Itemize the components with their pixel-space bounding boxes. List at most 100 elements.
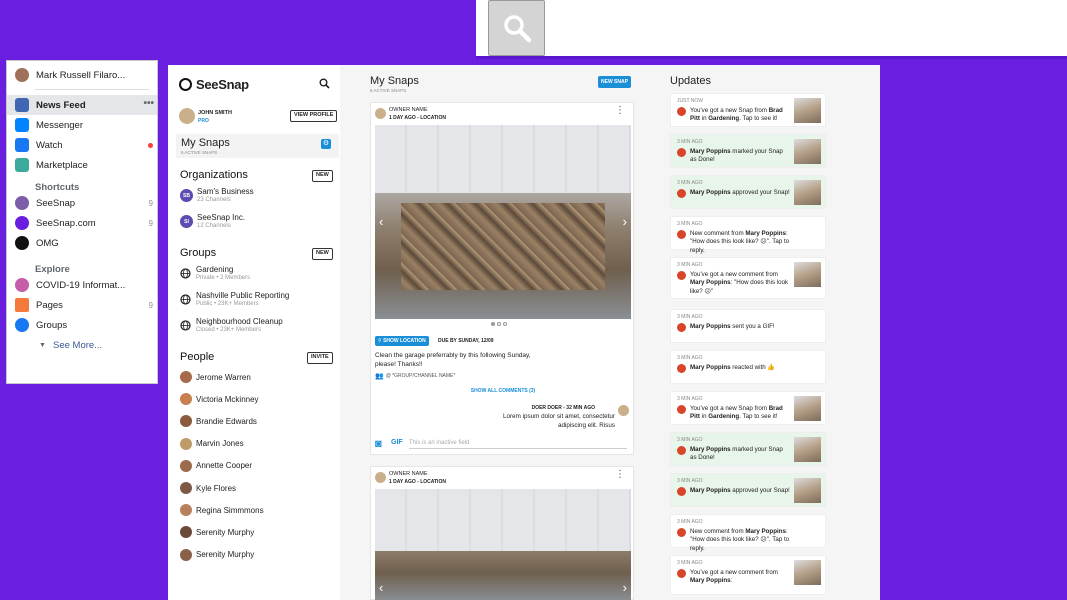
sidebar-item-watch[interactable]: Watch bbox=[7, 135, 157, 155]
organizations-heading: Organizations bbox=[180, 169, 248, 181]
new-organization-button[interactable]: NEW bbox=[312, 170, 333, 182]
group-item[interactable]: Gardening Private • 2 Members bbox=[180, 265, 250, 281]
update-card[interactable]: 3 MIN AGO Mary Poppins sent you a GIF! bbox=[670, 309, 826, 343]
chevron-right-icon[interactable]: › bbox=[623, 580, 627, 595]
new-snap-button[interactable]: NEW SNAP bbox=[598, 76, 631, 88]
update-card[interactable]: 3 MIN AGO Mary Poppins marked your Snap a… bbox=[670, 432, 826, 466]
gif-button[interactable]: GIF bbox=[391, 439, 403, 446]
explore-count: 9 bbox=[148, 300, 153, 310]
organization-item[interactable]: SB Sam's Business 23 Channels bbox=[180, 187, 254, 203]
person-name: Regina Simmmons bbox=[196, 505, 264, 515]
profile-tier: PRO bbox=[198, 118, 209, 124]
updates-title: Updates bbox=[670, 75, 711, 87]
snap-description: Clean the garage preferrably by this fol… bbox=[375, 352, 531, 368]
sidebar-item-news-feed[interactable]: News Feed ••• bbox=[7, 95, 157, 115]
update-card[interactable]: 3 MIN AGO Mary Poppins marked your Snap a… bbox=[670, 134, 826, 168]
settings-icon[interactable]: ⚙ bbox=[321, 139, 331, 149]
comment-input[interactable]: This is an inactive field bbox=[409, 437, 627, 449]
seesnap-icon bbox=[677, 148, 686, 157]
person-item[interactable]: Victoria Mckinney bbox=[180, 393, 259, 406]
group-item[interactable]: Neighbourhood Cleanup Closed • 23K+ Membe… bbox=[180, 317, 283, 333]
person-item[interactable]: Marvin Jones bbox=[180, 437, 244, 450]
facebook-sidebar: Mark Russell Filaro... News Feed ••• Messe… bbox=[6, 60, 158, 384]
organization-meta: 23 Channels bbox=[197, 197, 231, 203]
person-item[interactable]: Annette Cooper bbox=[180, 459, 252, 472]
search-icon[interactable] bbox=[319, 78, 330, 89]
snap-photo[interactable]: ‹ › bbox=[375, 489, 631, 600]
update-card[interactable]: 3 MIN AGO You've got a new comment from M… bbox=[670, 257, 826, 299]
seesnap-icon bbox=[15, 196, 29, 210]
update-card[interactable]: 3 MIN AGO New comment from Mary Poppins: … bbox=[670, 514, 826, 552]
person-item[interactable]: Regina Simmmons bbox=[180, 504, 264, 517]
organization-name: Sam's Business bbox=[197, 187, 254, 196]
organization-avatar: SB bbox=[180, 189, 193, 202]
update-card[interactable]: 3 MIN AGO New comment from Mary Poppins: … bbox=[670, 216, 826, 254]
shortcut-item[interactable]: OMG bbox=[7, 233, 157, 253]
person-name: Brandie Edwards bbox=[196, 416, 257, 426]
update-card[interactable]: 3 MIN AGO Mary Poppins approved your Snap… bbox=[670, 473, 826, 507]
groups-icon bbox=[15, 318, 29, 332]
view-profile-button[interactable]: VIEW PROFILE bbox=[290, 110, 338, 122]
shortcut-item[interactable]: SeeSnap.com 9 bbox=[7, 213, 157, 233]
update-text: You've got a new Snap from Brad Pitt in … bbox=[690, 107, 783, 123]
explore-item[interactable]: COVID-19 Informat... bbox=[7, 275, 157, 295]
see-more-label: See More... bbox=[53, 339, 103, 351]
person-item[interactable]: Kyle Flores bbox=[180, 482, 236, 494]
feed-subtitle: 6 ACTIVE SNAPS bbox=[370, 88, 407, 93]
group-tag[interactable]: 👥 @ *GROUP/CHANNEL NAME* bbox=[375, 372, 455, 380]
watch-icon bbox=[15, 138, 29, 152]
seesnap-logo[interactable]: SeeSnap bbox=[179, 77, 249, 92]
snap-photo[interactable]: ‹ › bbox=[375, 125, 631, 319]
feed-title: My Snaps bbox=[370, 75, 419, 87]
update-card[interactable]: 3 MIN AGO You've got a new Snap from Brad… bbox=[670, 391, 826, 425]
commenter-avatar bbox=[618, 405, 629, 416]
app-sidebar: SeeSnap JOHN SMITH PRO VIEW PROFILE My S… bbox=[168, 65, 340, 600]
chevron-left-icon[interactable]: ‹ bbox=[379, 580, 383, 595]
group-name: Neighbourhood Cleanup bbox=[196, 317, 283, 326]
sidebar-item-marketplace[interactable]: Marketplace bbox=[7, 155, 157, 175]
chevron-left-icon[interactable]: ‹ bbox=[379, 214, 383, 229]
update-card[interactable]: JUST NOW You've got a new Snap from Brad … bbox=[670, 93, 826, 127]
invite-button[interactable]: INVITE bbox=[307, 352, 333, 364]
see-more-link[interactable]: ▼ See More... bbox=[7, 335, 157, 355]
group-item[interactable]: Nashville Public Reporting Public • 23K+ … bbox=[180, 291, 289, 307]
snap-card: OWNER NAME 1 DAY AGO - LOCATION ⋮ ‹ › bbox=[370, 466, 634, 600]
explore-item[interactable]: Groups bbox=[7, 315, 157, 335]
show-location-label: SHOW LOCATION bbox=[383, 338, 426, 344]
show-comments-link[interactable]: SHOW ALL COMMENTS (3) bbox=[371, 388, 635, 394]
show-location-button[interactable]: ⚲ SHOW LOCATION bbox=[375, 336, 429, 346]
person-name: Victoria Mckinney bbox=[196, 394, 259, 404]
carousel-dots[interactable] bbox=[491, 322, 507, 326]
sidebar-item-label: Marketplace bbox=[36, 159, 88, 171]
person-item[interactable]: Serenity Murphy bbox=[180, 526, 254, 539]
my-snaps-nav[interactable]: My Snaps 6 ACTIVE SNAPS ⚙ bbox=[176, 134, 339, 158]
update-card[interactable]: 3 MIN AGO You've got a new comment from M… bbox=[670, 555, 826, 595]
more-options-icon[interactable]: ••• bbox=[143, 98, 154, 109]
avatar bbox=[180, 504, 192, 517]
update-card[interactable]: 3 MIN AGO Mary Poppins approved your Snap… bbox=[670, 175, 826, 209]
explore-item[interactable]: Pages 9 bbox=[7, 295, 157, 315]
person-item[interactable]: Serenity Murphy bbox=[180, 548, 254, 561]
user-name: Mark Russell Filaro... bbox=[36, 69, 126, 81]
update-thumbnail bbox=[794, 396, 821, 421]
profile-link[interactable]: Mark Russell Filaro... bbox=[7, 65, 157, 85]
person-item[interactable]: Brandie Edwards bbox=[180, 415, 257, 428]
camera-icon[interactable]: ◙ bbox=[375, 438, 382, 450]
explore-label: Pages bbox=[36, 299, 63, 311]
sidebar-item-label: Watch bbox=[36, 139, 63, 151]
search-button[interactable] bbox=[488, 0, 545, 56]
person-name: Marvin Jones bbox=[196, 439, 244, 449]
sidebar-item-messenger[interactable]: Messenger bbox=[7, 115, 157, 135]
more-menu-icon[interactable]: ⋮ bbox=[615, 469, 625, 480]
person-item[interactable]: Jerome Warren bbox=[180, 371, 251, 383]
update-time: 3 MIN AGO bbox=[677, 262, 703, 268]
organization-item[interactable]: SI SeeSnap Inc. 12 Channels bbox=[180, 213, 245, 229]
chevron-right-icon[interactable]: › bbox=[623, 214, 627, 229]
new-group-button[interactable]: NEW bbox=[312, 248, 333, 260]
update-card[interactable]: 3 MIN AGO Mary Poppins reacted with 👍 bbox=[670, 350, 826, 384]
avatar bbox=[180, 393, 192, 406]
update-time: 3 MIN AGO bbox=[677, 560, 703, 566]
sidebar-item-label: News Feed bbox=[36, 99, 86, 111]
shortcut-item[interactable]: SeeSnap 9 bbox=[7, 193, 157, 213]
more-menu-icon[interactable]: ⋮ bbox=[615, 105, 625, 116]
